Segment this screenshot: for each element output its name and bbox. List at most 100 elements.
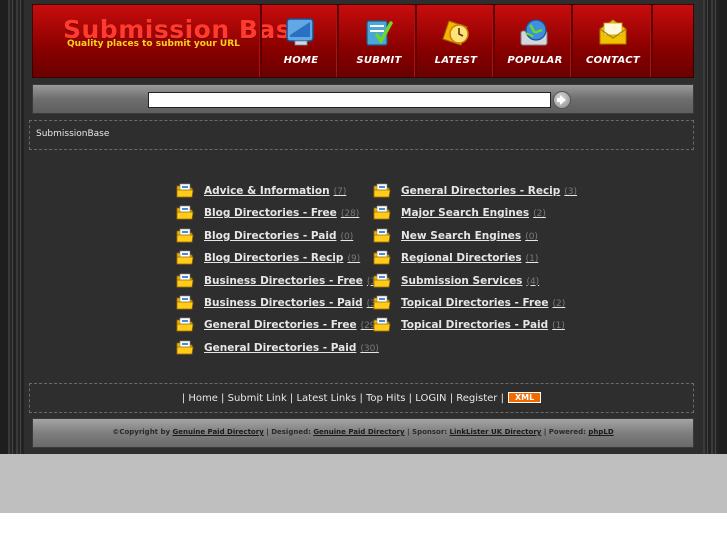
category-link[interactable]: Topical Directories - Free (2) xyxy=(401,297,565,309)
left-rail xyxy=(8,0,24,454)
folder-icon xyxy=(176,228,194,243)
category-count: (0) xyxy=(340,231,354,242)
folder-icon xyxy=(373,228,391,243)
category-count: (3) xyxy=(564,187,578,197)
nav-latest-label: LATEST xyxy=(434,55,478,66)
category-name: Regional Directories xyxy=(401,252,522,265)
powered-link[interactable]: phpLD xyxy=(588,428,613,436)
folder-icon xyxy=(176,205,194,220)
submit-icon xyxy=(366,20,393,46)
category-link[interactable]: New Search Engines (0) xyxy=(401,230,538,242)
search-go-button[interactable] xyxy=(553,91,571,109)
xml-feed-badge[interactable]: XML xyxy=(507,392,542,403)
category-link[interactable]: Blog Directories - Recip (9) xyxy=(204,252,360,264)
category-link[interactable]: General Directories - Paid (30) xyxy=(204,342,379,354)
category-link[interactable]: Major Search Engines (2) xyxy=(401,207,546,219)
footer-link-submit-link[interactable]: Submit Link xyxy=(228,393,290,404)
category-link[interactable]: Business Directories - Free (1) xyxy=(204,275,380,287)
envelope-icon xyxy=(599,19,627,45)
nav-popular[interactable]: POPULAR xyxy=(498,13,572,73)
footer-link-top-hits[interactable]: Top Hits xyxy=(366,393,409,404)
category-link[interactable]: Regional Directories (1) xyxy=(401,252,538,264)
folder-icon xyxy=(373,273,391,288)
designer-link[interactable]: Genuine Paid Directory xyxy=(313,428,404,436)
folder-icon xyxy=(176,317,194,332)
folder-icon xyxy=(176,340,194,355)
copyright-text: ©Copyright by Genuine Paid Directory | D… xyxy=(33,428,693,436)
category-name: New Search Engines xyxy=(401,229,522,242)
designed-label: | Designed: xyxy=(266,428,311,436)
category-link[interactable]: Submission Services (4) xyxy=(401,275,539,287)
nav-submit[interactable]: SUBMIT xyxy=(342,13,416,73)
nav-submit-label: SUBMIT xyxy=(356,55,402,66)
clock-icon xyxy=(442,20,469,46)
header-divider xyxy=(259,5,262,77)
right-rail xyxy=(703,0,719,454)
category-count: (4) xyxy=(526,276,540,287)
footer-separator: | xyxy=(500,393,504,404)
folder-icon xyxy=(176,295,194,310)
category-count: (1) xyxy=(552,321,565,332)
nav-home[interactable]: HOME xyxy=(264,13,338,73)
category-name: Submission Services xyxy=(401,274,523,287)
category-link[interactable]: Advice & Information (7) xyxy=(204,185,346,197)
left-frame-edge xyxy=(0,0,8,454)
site-header: Submission Base Quality places to submit… xyxy=(32,4,694,78)
category-name: General Directories - Paid xyxy=(204,341,357,354)
nav-popular-label: POPULAR xyxy=(507,55,563,66)
category-name: Topical Directories - Free xyxy=(401,297,549,309)
category-name: Major Search Engines xyxy=(401,207,530,220)
category-link[interactable]: Blog Directories - Free (28) xyxy=(204,207,359,219)
header-divider xyxy=(570,5,573,77)
category-link[interactable]: General Directories - Recip (3) xyxy=(401,185,577,197)
category-name: Topical Directories - Paid xyxy=(401,319,549,332)
category-link[interactable]: Blog Directories - Paid (0) xyxy=(204,230,353,242)
footer-links: | Home | Submit Link | Latest Links | To… xyxy=(30,392,693,404)
category-name: Business Directories - Paid xyxy=(204,297,363,309)
footer-link-latest-links[interactable]: Latest Links xyxy=(296,393,359,404)
category-link[interactable]: Topical Directories - Paid (1) xyxy=(401,319,565,331)
category-count: (7) xyxy=(333,187,347,197)
globe-icon xyxy=(520,19,548,46)
page-frame: Submission Base Quality places to submit… xyxy=(0,0,727,454)
header-divider xyxy=(492,5,495,77)
folder-icon xyxy=(176,250,194,265)
footer-link-login[interactable]: LOGIN xyxy=(415,393,449,404)
category-count: (2) xyxy=(552,299,566,309)
category-count: (28) xyxy=(340,209,360,220)
nav-home-label: HOME xyxy=(283,55,319,66)
category-name: Blog Directories - Paid xyxy=(204,229,337,242)
category-count: (0) xyxy=(525,231,538,242)
header-divider xyxy=(650,5,653,77)
folder-icon xyxy=(373,205,391,220)
nav-contact[interactable]: CONTACT xyxy=(576,13,650,73)
search-input[interactable] xyxy=(148,92,551,108)
copyright-bar: ©Copyright by Genuine Paid Directory | D… xyxy=(32,418,694,448)
category-name: General Directories - Free xyxy=(204,319,357,332)
footer-links-bar: | Home | Submit Link | Latest Links | To… xyxy=(29,383,694,413)
folder-icon xyxy=(176,183,194,198)
sponsor-label: | Sponsor: xyxy=(407,428,448,436)
folder-icon xyxy=(373,317,391,332)
sponsor-link[interactable]: LinkLister UK Directory xyxy=(450,428,542,436)
page-bottom-area xyxy=(0,454,727,545)
breadcrumb[interactable]: SubmissionBase xyxy=(36,129,109,139)
category-count: (2) xyxy=(533,209,546,220)
category-link[interactable]: General Directories - Free (29) xyxy=(204,319,379,331)
nav-latest[interactable]: LATEST xyxy=(419,13,493,73)
category-name: Blog Directories - Recip xyxy=(204,252,344,265)
category-link[interactable]: Business Directories - Paid (3) xyxy=(204,297,379,309)
copyright-prefix: ©Copyright by xyxy=(112,428,171,436)
powered-label: | Powered: xyxy=(543,428,586,436)
right-frame-edge xyxy=(719,0,727,454)
footer-link-register[interactable]: Register xyxy=(456,393,500,404)
folder-icon xyxy=(373,295,391,310)
header-divider xyxy=(336,5,339,77)
copyright-owner-link[interactable]: Genuine Paid Directory xyxy=(172,428,263,436)
page-bottom-gray xyxy=(0,454,727,513)
folder-icon xyxy=(373,183,391,198)
category-name: Advice & Information xyxy=(204,185,330,197)
category-name: General Directories - Recip xyxy=(401,185,561,197)
search-bar xyxy=(32,84,694,114)
footer-link-home[interactable]: Home xyxy=(188,393,221,404)
